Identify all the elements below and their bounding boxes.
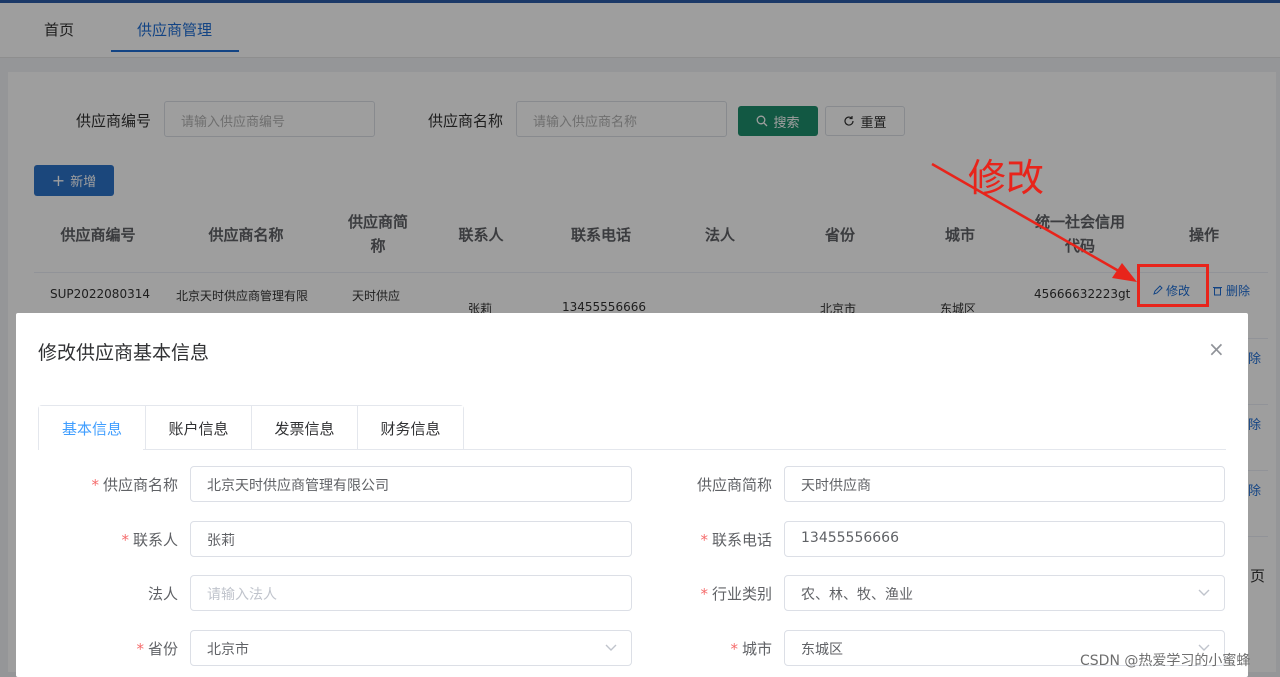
tab-basic-info[interactable]: 基本信息 — [39, 406, 145, 450]
province-select[interactable]: 北京市 — [190, 630, 632, 666]
tab-account-info[interactable]: 账户信息 — [145, 406, 251, 450]
industry-select[interactable]: 农、林、牧、渔业 — [784, 575, 1225, 611]
short-name-label: 供应商简称 — [696, 476, 772, 494]
edit-supplier-dialog: 修改供应商基本信息 × 基本信息 账户信息 发票信息 财务信息 * 供应商名称 北… — [16, 313, 1248, 677]
tabs-divider — [38, 449, 1226, 450]
phone-label: * 联系电话 — [700, 531, 772, 549]
city-value: 东城区 — [801, 642, 843, 658]
phone-field[interactable]: 13455556666 — [784, 521, 1225, 557]
industry-value: 农、林、牧、渔业 — [801, 587, 913, 603]
supplier-name-field[interactable]: 北京天时供应商管理有限公司 — [190, 466, 632, 502]
province-value: 北京市 — [207, 642, 249, 658]
annotation-box — [1137, 264, 1209, 307]
tab-invoice-info[interactable]: 发票信息 — [251, 406, 357, 450]
dialog-title: 修改供应商基本信息 — [38, 342, 210, 364]
annotation-label: 修改 — [968, 158, 1045, 200]
industry-label: * 行业类别 — [700, 585, 772, 603]
close-icon[interactable]: × — [1208, 337, 1225, 361]
city-label: * 城市 — [730, 640, 772, 658]
csdn-watermark: CSDN @热爱学习的小蜜蜂 — [1080, 653, 1251, 669]
tab-finance-info[interactable]: 财务信息 — [357, 406, 463, 450]
legal-label: 法人 — [147, 585, 178, 603]
contact-field[interactable]: 张莉 — [190, 521, 632, 557]
active-tab-gap — [39, 449, 143, 450]
contact-label: * 联系人 — [121, 531, 178, 549]
legal-field[interactable]: 请输入法人 — [190, 575, 632, 611]
dialog-tabs: 基本信息 账户信息 发票信息 财务信息 — [38, 405, 464, 450]
province-label: * 省份 — [136, 640, 178, 658]
short-name-field[interactable]: 天时供应商 — [784, 466, 1225, 502]
chevron-down-icon — [1198, 589, 1210, 596]
supplier-name-label: * 供应商名称 — [91, 476, 178, 494]
